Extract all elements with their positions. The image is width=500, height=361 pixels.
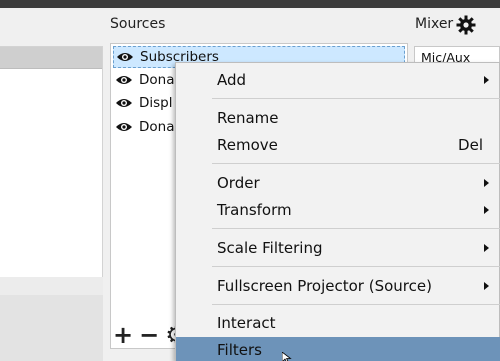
- top-bar: [0, 0, 500, 8]
- scenes-list-header: [0, 47, 102, 69]
- menu-item-transform[interactable]: Transform: [176, 197, 500, 224]
- submenu-arrow-icon: [484, 76, 489, 84]
- menu-item-label: Scale Filtering: [217, 239, 323, 257]
- menu-separator: [212, 228, 500, 229]
- menu-item-filters[interactable]: Filters: [176, 337, 500, 361]
- menu-item-label: Interact: [217, 314, 276, 332]
- context-menu: Add Rename Remove Del Order Transform Sc…: [175, 62, 500, 361]
- eye-icon[interactable]: [113, 69, 135, 91]
- menu-separator: [212, 163, 500, 164]
- mixer-dock-title: Mixer: [415, 16, 454, 32]
- menu-item-order[interactable]: Order: [176, 170, 500, 197]
- menu-item-shortcut: Del: [458, 136, 483, 154]
- submenu-arrow-icon: [484, 244, 489, 252]
- submenu-arrow-icon: [484, 282, 489, 290]
- menu-item-label: Remove: [217, 136, 278, 154]
- mouse-cursor-icon: [282, 352, 292, 361]
- submenu-arrow-icon: [484, 206, 489, 214]
- menu-separator: [212, 266, 500, 267]
- eye-icon[interactable]: [113, 116, 135, 138]
- menu-item-label: Fullscreen Projector (Source): [217, 277, 432, 295]
- scenes-panel-shade: [0, 277, 103, 295]
- submenu-arrow-icon: [484, 179, 489, 187]
- menu-item-add[interactable]: Add: [176, 67, 500, 94]
- source-label: Displ: [139, 95, 173, 111]
- scenes-list[interactable]: [0, 46, 103, 361]
- menu-separator: [212, 304, 500, 305]
- menu-item-label: Transform: [217, 201, 292, 219]
- menu-item-scale-filtering[interactable]: Scale Filtering: [176, 235, 500, 262]
- menu-item-interact[interactable]: Interact: [176, 310, 500, 337]
- eye-icon[interactable]: [114, 46, 136, 68]
- menu-item-label: Add: [217, 71, 247, 89]
- menu-separator: [212, 98, 500, 99]
- menu-item-fullscreen-projector[interactable]: Fullscreen Projector (Source): [176, 273, 500, 300]
- add-source-button[interactable]: +: [113, 323, 133, 347]
- menu-item-label: Rename: [217, 109, 279, 127]
- menu-item-label: Order: [217, 174, 260, 192]
- menu-item-rename[interactable]: Rename: [176, 105, 500, 132]
- source-label: Dona: [139, 72, 175, 88]
- scenes-panel-footer: [0, 295, 103, 361]
- sources-dock-title: Sources: [110, 16, 166, 32]
- eye-icon[interactable]: [113, 92, 135, 114]
- gear-icon[interactable]: [456, 15, 476, 35]
- menu-item-remove[interactable]: Remove Del: [176, 132, 500, 159]
- remove-source-button[interactable]: −: [139, 323, 159, 347]
- menu-item-label: Filters: [217, 341, 262, 359]
- source-label: Dona: [139, 119, 175, 135]
